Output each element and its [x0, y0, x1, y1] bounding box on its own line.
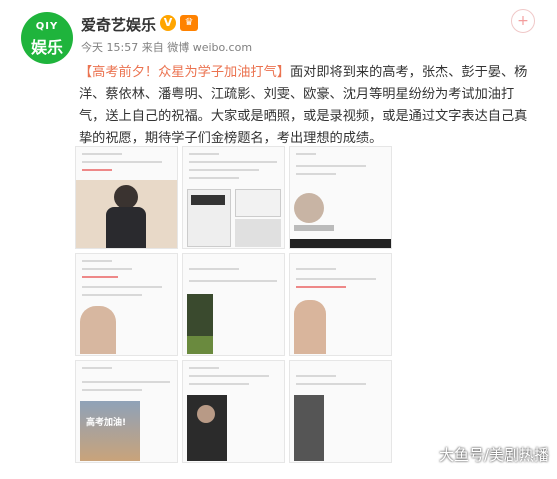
member-crown-icon[interactable]: ♛: [180, 15, 198, 31]
photo-7-overlay: 高考加油!: [86, 418, 127, 428]
photo-1[interactable]: [75, 146, 178, 249]
photo-5[interactable]: [182, 253, 285, 356]
photo-3[interactable]: [289, 146, 392, 249]
photo-9[interactable]: [289, 360, 392, 463]
photo-8[interactable]: [182, 360, 285, 463]
photo-6[interactable]: [289, 253, 392, 356]
logo-bottom-text: 娱乐: [30, 38, 63, 57]
post-source[interactable]: 微博 weibo.com: [167, 41, 252, 54]
verified-icon: V: [160, 15, 176, 31]
post-time[interactable]: 今天 15:57: [81, 41, 138, 54]
account-name[interactable]: 爱奇艺娱乐: [81, 14, 156, 35]
weibo-post-card: QIY 娱乐 爱奇艺娱乐 V ♛ 今天 15:57 来自 微博 weibo.co…: [0, 0, 557, 479]
watermark: 大鱼号/美剧热播: [438, 446, 549, 464]
post-meta: 今天 15:57 来自 微博 weibo.com: [81, 39, 252, 55]
post-topic[interactable]: 【高考前夕！众星为学子加油打气】: [79, 65, 290, 80]
logo-top-text: QIY: [35, 21, 59, 32]
photo-2[interactable]: [182, 146, 285, 249]
photo-7[interactable]: 高考加油!: [75, 360, 178, 463]
follow-button[interactable]: +: [511, 9, 535, 33]
post-text: 【高考前夕！众星为学子加油打气】面对即将到来的高考，张杰、彭于晏、杨洋、蔡依林、…: [79, 62, 539, 150]
source-prefix: 来自: [141, 41, 164, 54]
photo-4[interactable]: [75, 253, 178, 356]
avatar[interactable]: QIY 娱乐: [21, 12, 73, 64]
